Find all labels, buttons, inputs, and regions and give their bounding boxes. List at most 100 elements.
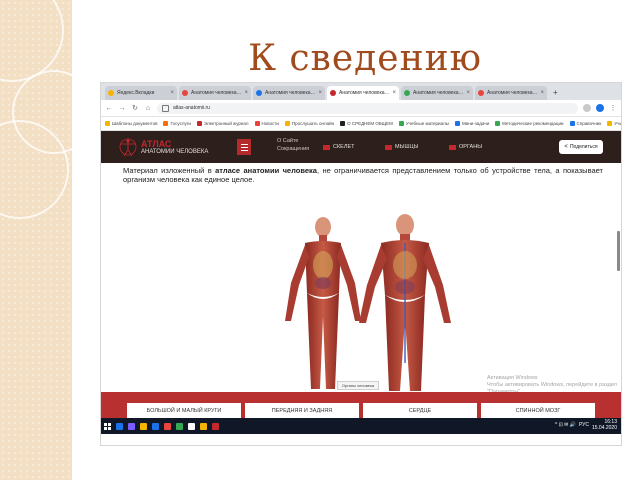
bookmark-label: Учебные материалы [405, 121, 449, 126]
profile-icon[interactable] [596, 104, 604, 112]
nav-muscles[interactable]: МЫШЦЫ [385, 144, 418, 150]
bookmark-item[interactable]: Шаблоны документов [105, 121, 157, 126]
browser-tab-bar: Яндекс.Вкладки×Анатомия человека. Атлас×… [101, 83, 621, 100]
browser-tab[interactable]: Яндекс.Вкладки × [105, 86, 177, 100]
bookmark-item[interactable]: Учительская [607, 121, 621, 126]
bookmark-item[interactable]: Учебные материалы [398, 121, 449, 126]
tab-label: Яндекс.Вкладки [117, 90, 155, 96]
tab-close-icon[interactable]: × [466, 90, 470, 96]
bookmark-favicon-icon [254, 121, 260, 126]
about-links: О Сайте Сокращения [277, 137, 309, 153]
taskbar-app-icon[interactable] [152, 422, 159, 430]
tab-label: Анатомия человека. Атлас [487, 90, 539, 96]
new-tab-button[interactable]: + [549, 86, 562, 100]
topic-card[interactable]: СЕРДЦЕ [363, 403, 477, 418]
bookmark-item[interactable]: Мини-задачи [454, 121, 489, 126]
browser-toolbar: ← → ↻ ⌂ atlas-anatomii.ru ⋮ [101, 100, 621, 117]
bookmark-label: Шаблоны документов [112, 121, 158, 126]
bookmark-favicon-icon [105, 121, 110, 126]
taskbar-app-icon[interactable] [128, 422, 135, 430]
bookmark-item[interactable]: Госуслуги [163, 121, 191, 126]
tab-close-icon[interactable]: × [318, 90, 322, 96]
taskbar-app-icon[interactable] [188, 422, 195, 430]
system-tray: ^ ⊡ ✉ 🔊 РУС 16:13 15.04.2020 [555, 419, 617, 431]
topic-card[interactable]: СПИННОЙ МОЗГ [481, 403, 595, 418]
bookmark-item[interactable]: Методические рекомендации [495, 121, 564, 126]
taskbar-app-icon[interactable] [176, 422, 183, 430]
back-icon[interactable]: ← [105, 105, 113, 112]
bookmarks-bar: Шаблоны документов Госуслуги Электронный ж… [101, 117, 621, 131]
browser-tab[interactable]: Анатомия человека. Атлас× [179, 86, 251, 100]
menu-line [240, 146, 248, 148]
about-link[interactable]: О Сайте [277, 137, 309, 145]
site-logo[interactable]: АТЛАС АНАТОМИИ ЧЕЛОВЕКА [119, 136, 208, 158]
bookmark-item[interactable]: О СРЕДНЕМ ОБЩЕМ [340, 121, 393, 126]
browser-tab[interactable]: Анатомия человека. Атлас× [401, 86, 473, 100]
windows-start-icon[interactable] [104, 422, 111, 430]
muscles-icon [385, 144, 392, 150]
tab-favicon-icon [256, 90, 262, 96]
tab-label: Анатомия человека. Атлас [265, 90, 317, 96]
share-label: Поделиться [569, 144, 598, 150]
tab-favicon-icon [478, 90, 484, 96]
tab-label: Анатомия человека. Атлас [339, 90, 391, 96]
slide-decoration [0, 0, 72, 480]
watermark-line: Активация Windows [487, 375, 538, 381]
bookmark-favicon-icon [340, 121, 346, 126]
taskbar-app-icon[interactable] [212, 422, 219, 430]
bookmark-item[interactable]: Электронный журнал [196, 121, 249, 126]
hamburger-menu-button[interactable] [237, 139, 251, 155]
menu-dots-icon[interactable]: ⋮ [609, 104, 617, 112]
abbreviations-link[interactable]: Сокращения [277, 145, 309, 153]
tab-favicon-icon [182, 90, 188, 96]
address-bar[interactable]: atlas-anatomii.ru [157, 102, 578, 114]
taskbar-app-icon[interactable] [164, 422, 171, 430]
logo-title: АТЛАС [141, 138, 172, 149]
url-text: atlas-anatomii.ru [173, 105, 210, 111]
clock[interactable]: 16:13 15.04.2020 [592, 419, 617, 431]
scrollbar[interactable] [617, 231, 620, 271]
taskbar-app-icon[interactable] [116, 422, 123, 430]
bookmark-favicon-icon [607, 121, 613, 126]
reload-icon[interactable]: ↻ [131, 104, 139, 112]
page-content: Материал изложенный в атласе анатомии че… [101, 163, 621, 395]
language-indicator[interactable]: РУС [579, 422, 589, 428]
tab-label: Анатомия человека. Атлас [191, 90, 243, 96]
browser-tab[interactable]: Анатомия человека. Атлас× [327, 86, 399, 100]
bookmark-favicon-icon [163, 121, 169, 126]
bookmark-label: Госуслуги [170, 121, 191, 126]
home-icon[interactable]: ⌂ [144, 105, 152, 112]
tab-close-icon[interactable]: × [170, 90, 174, 96]
anatomy-figures-image[interactable] [277, 213, 467, 392]
extension-icon[interactable] [583, 104, 591, 112]
tab-favicon-icon [404, 90, 410, 96]
nav-skeleton[interactable]: СКЕЛЕТ [323, 144, 354, 150]
nav-organs[interactable]: ОРГАНЫ [449, 144, 482, 150]
bookmark-item[interactable]: Прослушать онлайн [284, 121, 334, 126]
browser-tab[interactable]: Анатомия человека. Атлас× [253, 86, 325, 100]
tray-icons[interactable]: ^ ⊡ ✉ 🔊 [555, 422, 576, 428]
browser-tab[interactable]: Анатомия человека. Атлас× [475, 86, 547, 100]
taskbar-app-icon[interactable] [200, 422, 207, 430]
tab-close-icon[interactable]: × [540, 90, 544, 96]
tab-close-icon[interactable]: × [244, 90, 248, 96]
lock-icon [162, 104, 169, 112]
tab-label: Анатомия человека. Атлас [413, 90, 465, 96]
taskbar-app-icon[interactable] [140, 422, 147, 430]
tab-favicon-icon [108, 90, 114, 96]
slide-title: К сведению [248, 38, 482, 79]
bookmark-favicon-icon [569, 121, 575, 126]
bookmark-item[interactable]: Новости [254, 121, 279, 126]
bookmark-label: Новости [261, 121, 279, 126]
tab-close-icon[interactable]: × [392, 90, 396, 96]
skeleton-icon [323, 144, 330, 150]
bookmark-item[interactable]: Справочник [569, 121, 601, 126]
nav-skeleton-label: СКЕЛЕТ [333, 144, 355, 150]
share-button[interactable]: < Поделиться [559, 140, 603, 154]
topic-card[interactable]: БОЛЬШОЙ И МАЛЫЙ КРУГИ [127, 403, 241, 418]
bookmark-favicon-icon [196, 121, 202, 126]
forward-icon[interactable]: → [118, 105, 126, 112]
topic-cards-band: БОЛЬШОЙ И МАЛЫЙ КРУГИ ПЕРЕДНЯЯ И ЗАДНЯЯ … [101, 392, 621, 418]
topic-card[interactable]: ПЕРЕДНЯЯ И ЗАДНЯЯ [245, 403, 359, 418]
intro-text: Материал изложенный в [123, 166, 216, 175]
